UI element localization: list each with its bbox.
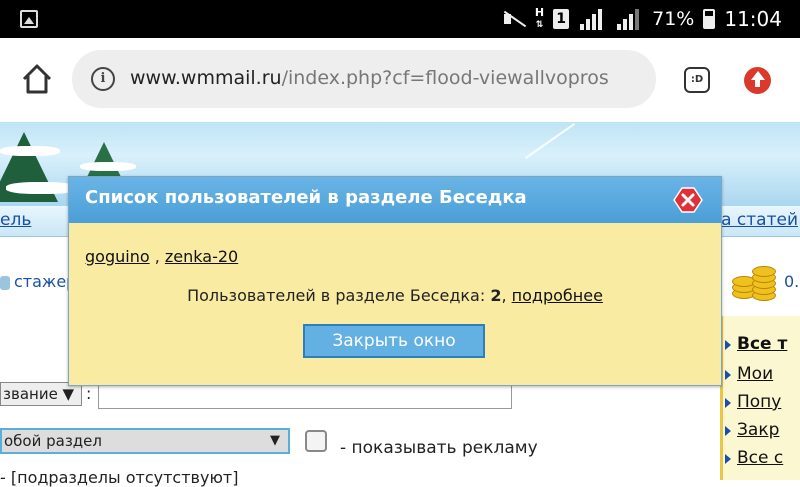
status-bar: H ⇅ 1 71% 11:04 bbox=[0, 0, 800, 38]
user-link[interactable]: zenka-20 bbox=[165, 247, 238, 266]
user-icon bbox=[0, 275, 10, 290]
battery-icon bbox=[703, 9, 716, 29]
user-link[interactable]: goguino bbox=[85, 247, 150, 266]
sidebar-link-closed[interactable]: Закр bbox=[724, 420, 779, 440]
clock: 11:04 bbox=[724, 7, 782, 31]
users-count-line: Пользователей в разделе Беседка: 2, подр… bbox=[69, 286, 721, 305]
users-list: goguino , zenka-20 bbox=[85, 247, 238, 266]
info-icon[interactable]: i bbox=[91, 67, 115, 91]
menu-link-left[interactable]: ель bbox=[0, 210, 31, 230]
menu-link-articles[interactable]: а статей bbox=[721, 210, 798, 230]
details-link[interactable]: подробнее bbox=[512, 286, 603, 305]
network-type-label: H bbox=[534, 6, 545, 19]
url-text[interactable]: www.wmmail.ru/index.php?cf=flood-viewall… bbox=[130, 67, 609, 89]
snow-decoration bbox=[0, 146, 60, 156]
banner-arrow-decoration bbox=[524, 122, 576, 160]
close-window-button[interactable]: Закрыть окно bbox=[303, 324, 485, 358]
network-type-icon: H ⇅ bbox=[534, 6, 545, 30]
url-host: www.wmmail.ru bbox=[130, 67, 282, 89]
dropdown-arrow-icon: ▼ bbox=[270, 433, 280, 448]
sim-icon: 1 bbox=[553, 9, 570, 29]
balance-value: 0. bbox=[784, 272, 800, 291]
users-count-separator: , bbox=[501, 286, 512, 305]
snow-decoration bbox=[6, 182, 76, 194]
signal-icon-sim1 bbox=[578, 8, 606, 30]
extension-icon[interactable]: :D bbox=[684, 67, 710, 93]
status-icons: H ⇅ 1 71% 11:04 bbox=[502, 0, 782, 38]
sidebar-link-all[interactable]: Все т bbox=[724, 334, 787, 354]
users-count-label: Пользователей в разделе Беседка: bbox=[187, 286, 491, 305]
user-status-label: стажер bbox=[14, 272, 77, 291]
mute-icon bbox=[502, 9, 526, 29]
gallery-notification-icon bbox=[20, 10, 38, 28]
signal-icon-sim2 bbox=[615, 8, 643, 30]
users-count-value: 2 bbox=[490, 286, 502, 305]
sidebar-link-popular[interactable]: Попу bbox=[724, 392, 781, 412]
address-bar[interactable]: i www.wmmail.ru/index.php?cf=flood-viewa… bbox=[72, 50, 656, 108]
users-in-section-dialog: Список пользователей в разделе Беседка g… bbox=[68, 176, 722, 386]
upload-icon[interactable] bbox=[744, 67, 771, 94]
home-icon[interactable] bbox=[20, 62, 54, 96]
section-select[interactable]: обой раздел ▼ bbox=[0, 428, 290, 454]
show-ads-checkbox[interactable] bbox=[305, 430, 327, 452]
sidebar-menu: Все т Мои Попу Закр Все с bbox=[720, 316, 800, 480]
dialog-header: Список пользователей в разделе Беседка bbox=[69, 177, 721, 223]
show-ads-label: - показывать рекламу bbox=[340, 438, 538, 458]
subsections-note: - [подразделы отсутствуют] bbox=[0, 468, 239, 487]
sidebar-link-mine[interactable]: Мои bbox=[724, 364, 773, 384]
dialog-title: Список пользователей в разделе Беседка bbox=[85, 187, 527, 208]
snow-decoration bbox=[80, 162, 136, 171]
browser-toolbar: i www.wmmail.ru/index.php?cf=flood-viewa… bbox=[0, 38, 800, 122]
url-path: /index.php?cf=flood-viewallvopros bbox=[281, 67, 609, 89]
close-icon[interactable] bbox=[673, 187, 703, 213]
sidebar-link-all-other[interactable]: Все с bbox=[724, 448, 783, 468]
users-separator: , bbox=[149, 247, 165, 266]
coins-icon bbox=[730, 258, 778, 304]
battery-percent: 71% bbox=[652, 8, 695, 30]
section-select-value: обой раздел bbox=[4, 432, 102, 450]
colon-label: : bbox=[86, 384, 92, 403]
